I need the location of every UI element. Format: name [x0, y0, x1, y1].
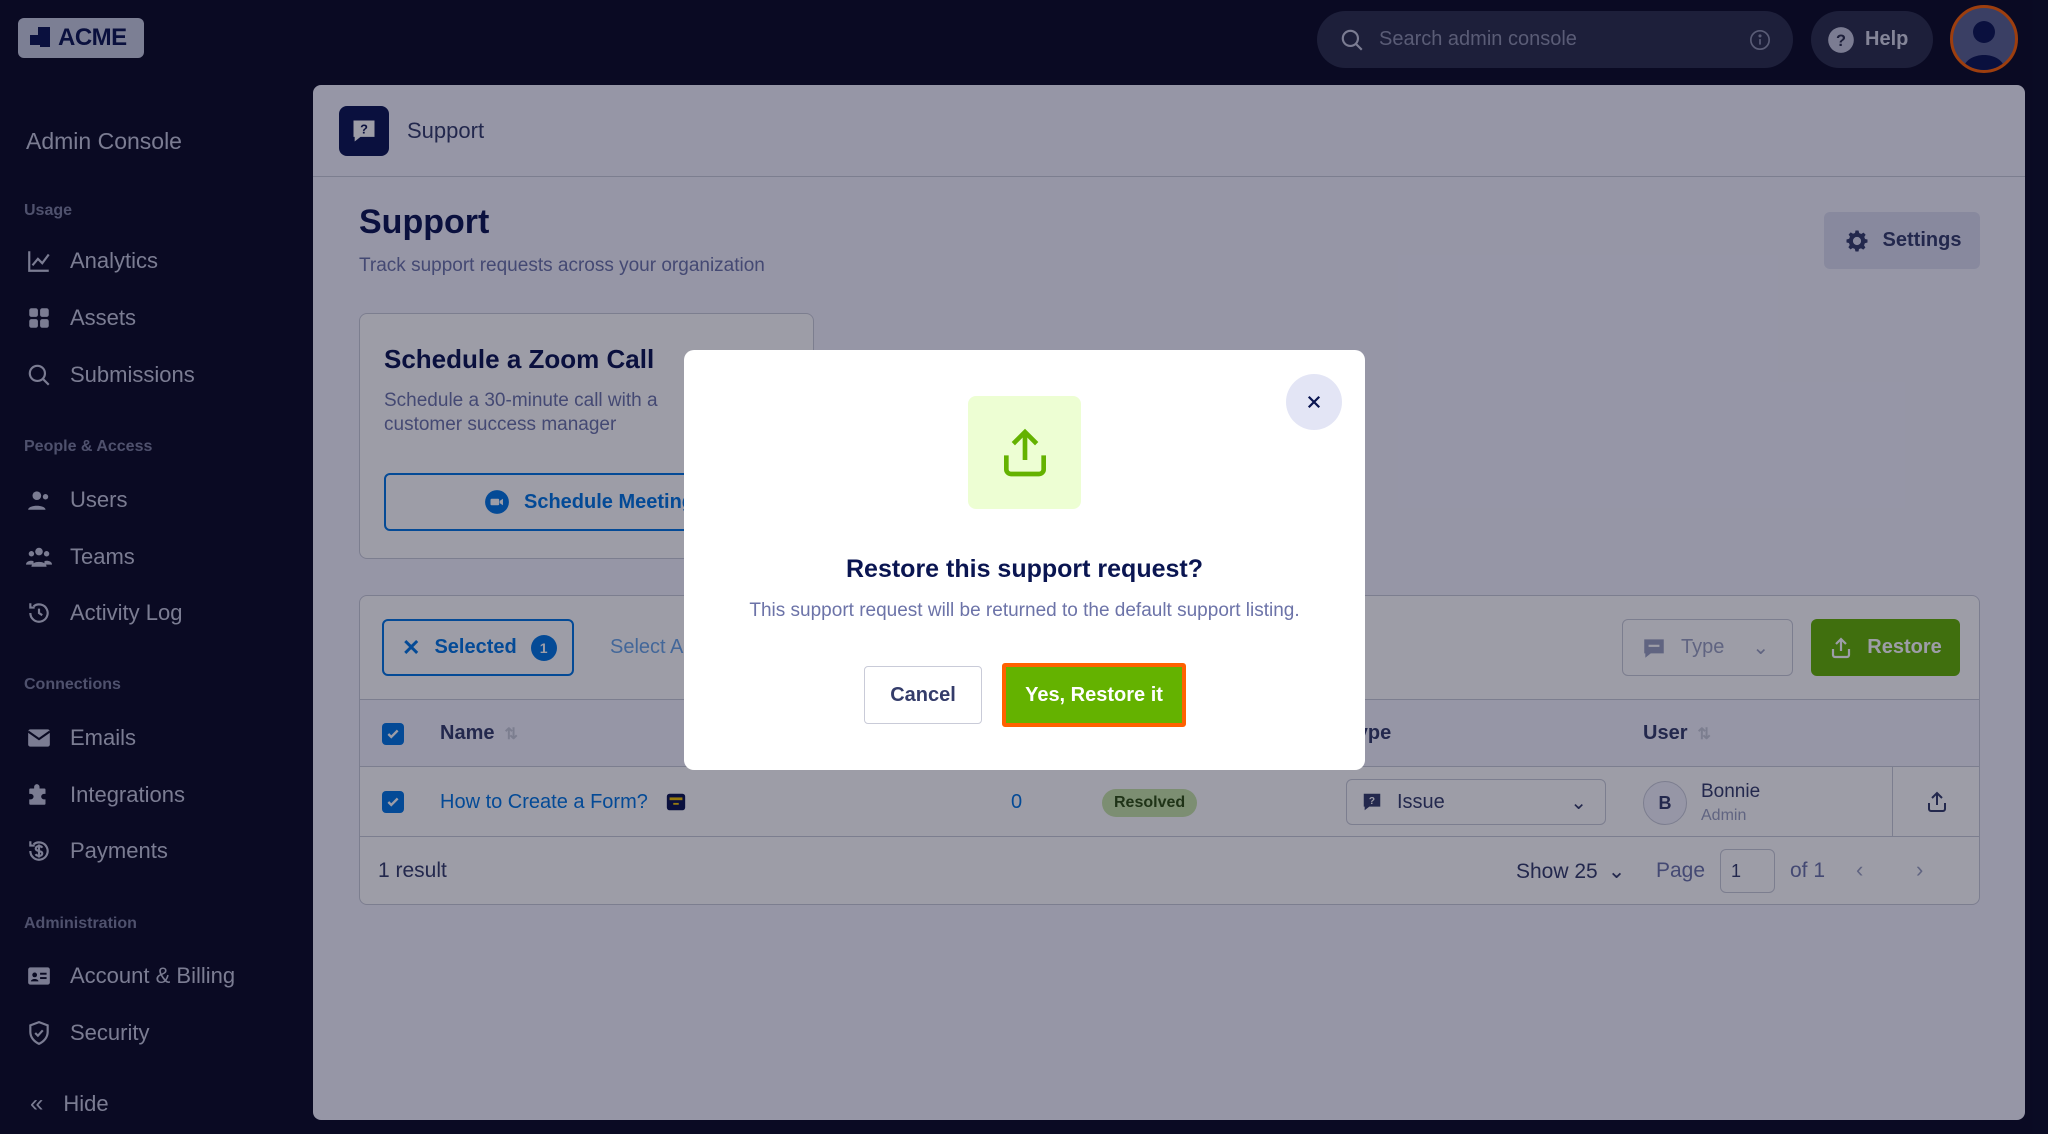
- restore-confirm-dialog: Restore this support request? This suppo…: [684, 350, 1365, 770]
- close-icon: [1307, 395, 1321, 409]
- cancel-button[interactable]: Cancel: [864, 666, 982, 724]
- modal-upload-icon-box: [968, 396, 1081, 509]
- upload-icon: [1003, 428, 1046, 476]
- dialog-title: Restore this support request?: [846, 555, 1203, 583]
- dialog-description: This support request will be returned to…: [749, 600, 1300, 621]
- confirm-restore-button[interactable]: Yes, Restore it: [1002, 663, 1186, 727]
- close-dialog-button[interactable]: [1286, 374, 1342, 430]
